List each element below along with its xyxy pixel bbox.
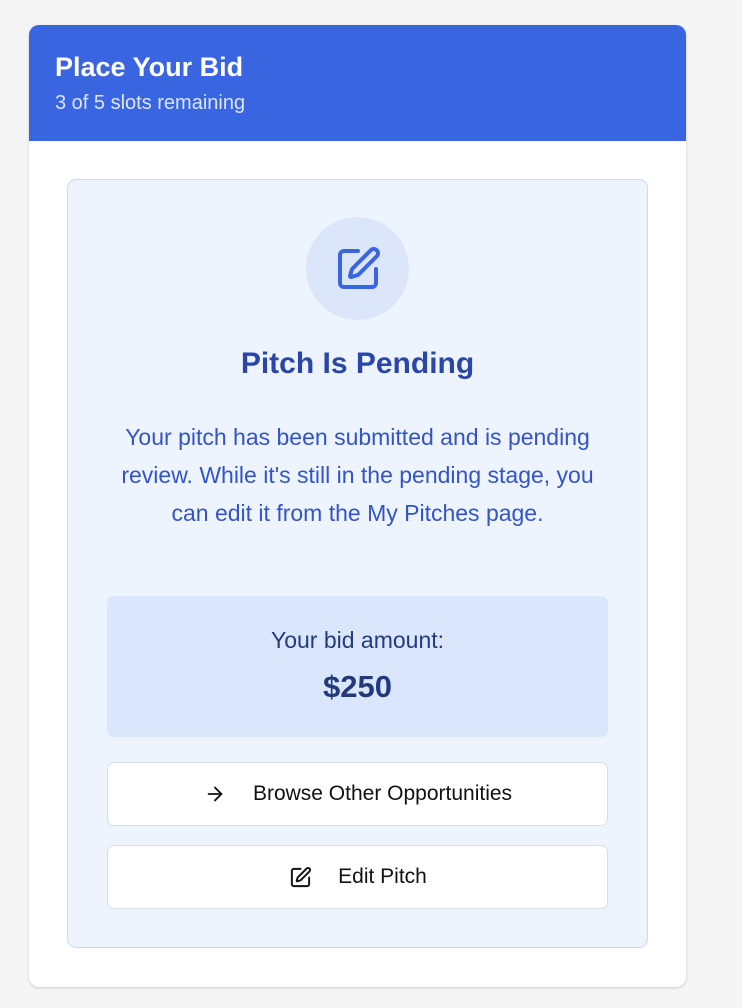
bid-amount-label: Your bid amount:	[270, 627, 445, 653]
edit-pitch-label: Edit Pitch	[338, 865, 427, 888]
pending-status-panel: Pitch Is Pending Your pitch has been sub…	[67, 179, 648, 948]
slots-remaining: 3 of 5 slots remaining	[55, 92, 246, 114]
bid-amount-box: Your bid amount: $250	[107, 596, 608, 737]
browse-opportunities-button[interactable]: Browse Other Opportunities	[107, 762, 608, 826]
status-message: Your pitch has been submitted and is pen…	[121, 424, 594, 526]
status-title: Pitch Is Pending	[240, 347, 475, 380]
card-title: Place Your Bid	[55, 52, 244, 82]
bid-card: Place Your Bid 3 of 5 slots remaining Pi…	[29, 25, 686, 987]
status-icon-badge	[306, 217, 409, 320]
browse-opportunities-label: Browse Other Opportunities	[252, 782, 513, 805]
card-header: Place Your Bid 3 of 5 slots remaining	[29, 25, 686, 141]
edit-icon	[337, 246, 380, 289]
edit-pitch-button[interactable]: Edit Pitch	[107, 845, 608, 909]
edit-icon	[288, 865, 312, 889]
arrow-right-icon	[203, 782, 227, 806]
bid-amount-value: $250	[323, 669, 392, 704]
